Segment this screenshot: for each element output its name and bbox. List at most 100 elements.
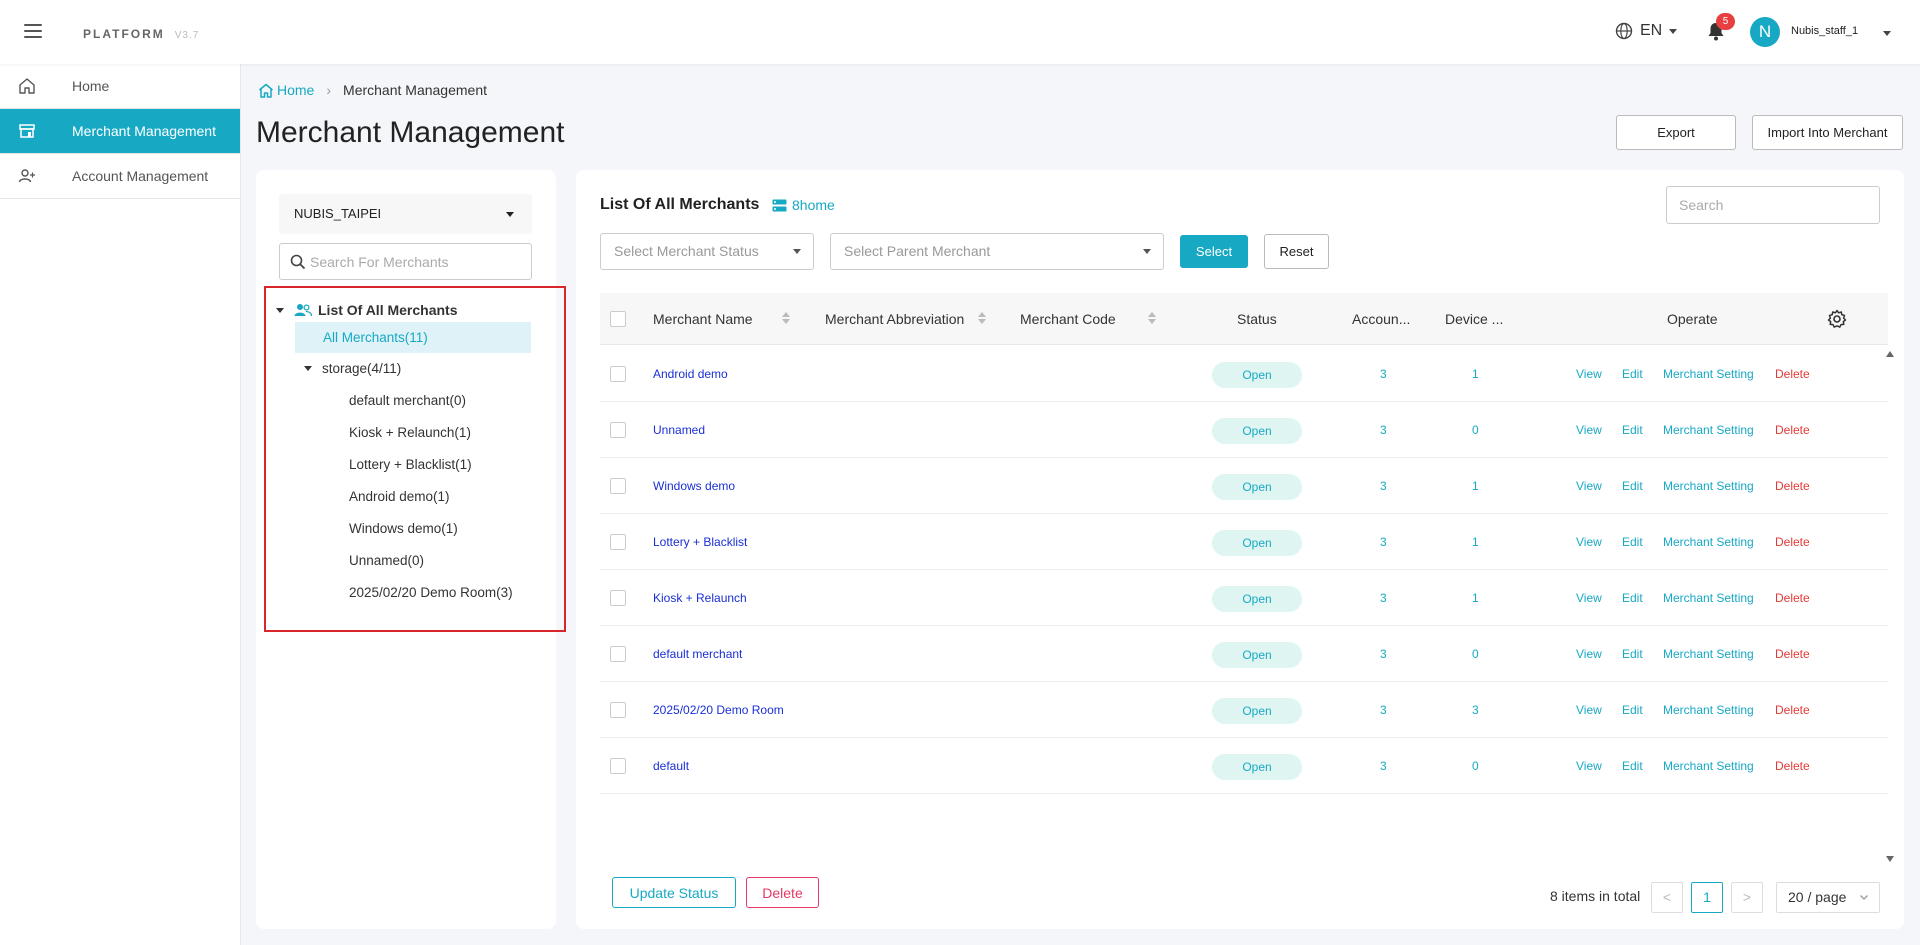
- edit-link[interactable]: Edit: [1622, 402, 1643, 458]
- accounts-count[interactable]: 3: [1380, 346, 1387, 402]
- next-page-button[interactable]: >: [1731, 882, 1763, 913]
- merchant-setting-link[interactable]: Merchant Setting: [1663, 402, 1754, 458]
- scroll-down-arrow-icon[interactable]: [1886, 856, 1894, 862]
- page-1-button[interactable]: 1: [1691, 882, 1723, 913]
- merchant-name-link[interactable]: Android demo: [653, 346, 728, 402]
- devices-count[interactable]: 1: [1472, 514, 1479, 570]
- accounts-count[interactable]: 3: [1380, 738, 1387, 794]
- view-link[interactable]: View: [1576, 682, 1602, 738]
- edit-link[interactable]: Edit: [1622, 738, 1643, 794]
- devices-count[interactable]: 1: [1472, 346, 1479, 402]
- sort-icon[interactable]: [978, 312, 986, 326]
- tree-node-merchant[interactable]: Kiosk + Relaunch(1): [349, 425, 471, 440]
- row-checkbox[interactable]: [610, 590, 626, 606]
- reset-button[interactable]: Reset: [1264, 234, 1329, 269]
- merchant-name-link[interactable]: default: [653, 738, 689, 794]
- accounts-count[interactable]: 3: [1380, 626, 1387, 682]
- page-size-select[interactable]: 20 / page: [1776, 882, 1880, 913]
- accounts-count[interactable]: 3: [1380, 402, 1387, 458]
- delete-link[interactable]: Delete: [1775, 514, 1810, 570]
- row-checkbox[interactable]: [610, 534, 626, 550]
- column-merchant-abbreviation[interactable]: Merchant Abbreviation: [825, 293, 964, 345]
- merchant-setting-link[interactable]: Merchant Setting: [1663, 346, 1754, 402]
- edit-link[interactable]: Edit: [1622, 346, 1643, 402]
- accounts-count[interactable]: 3: [1380, 570, 1387, 626]
- devices-count[interactable]: 1: [1472, 570, 1479, 626]
- merchant-search-input[interactable]: [310, 253, 510, 270]
- sort-icon[interactable]: [782, 312, 790, 326]
- delete-link[interactable]: Delete: [1775, 626, 1810, 682]
- sidebar-item-merchant-management[interactable]: Merchant Management: [0, 109, 240, 154]
- accounts-count[interactable]: 3: [1380, 458, 1387, 514]
- merchant-name-link[interactable]: Windows demo: [653, 458, 735, 514]
- edit-link[interactable]: Edit: [1622, 626, 1643, 682]
- parent-merchant-select[interactable]: Select Parent Merchant: [830, 233, 1164, 270]
- tree-node-all-merchants[interactable]: All Merchants(11): [295, 322, 531, 353]
- row-checkbox[interactable]: [610, 702, 626, 718]
- breadcrumb-home-link[interactable]: Home: [258, 82, 314, 98]
- merchant-setting-link[interactable]: Merchant Setting: [1663, 570, 1754, 626]
- user-menu-chevron-icon[interactable]: [1883, 31, 1891, 36]
- home-tag[interactable]: 8home: [772, 197, 835, 213]
- accounts-count[interactable]: 3: [1380, 682, 1387, 738]
- row-checkbox[interactable]: [610, 758, 626, 774]
- select-all-checkbox[interactable]: [610, 311, 626, 327]
- tree-node-merchant[interactable]: Android demo(1): [349, 489, 450, 504]
- view-link[interactable]: View: [1576, 346, 1602, 402]
- merchant-status-select[interactable]: Select Merchant Status: [600, 233, 814, 270]
- tree-node-storage[interactable]: storage(4/11): [304, 361, 401, 376]
- avatar[interactable]: N: [1750, 17, 1780, 47]
- username[interactable]: Nubis_staff_1: [1791, 25, 1858, 37]
- merchant-name-link[interactable]: default merchant: [653, 626, 742, 682]
- view-link[interactable]: View: [1576, 626, 1602, 682]
- expand-caret-icon[interactable]: [276, 307, 284, 313]
- delete-link[interactable]: Delete: [1775, 682, 1810, 738]
- accounts-count[interactable]: 3: [1380, 514, 1387, 570]
- row-checkbox[interactable]: [610, 478, 626, 494]
- devices-count[interactable]: 3: [1472, 682, 1479, 738]
- edit-link[interactable]: Edit: [1622, 458, 1643, 514]
- merchant-setting-link[interactable]: Merchant Setting: [1663, 682, 1754, 738]
- merchant-setting-link[interactable]: Merchant Setting: [1663, 458, 1754, 514]
- edit-link[interactable]: Edit: [1622, 570, 1643, 626]
- merchant-name-link[interactable]: Kiosk + Relaunch: [653, 570, 747, 626]
- delete-link[interactable]: Delete: [1775, 458, 1810, 514]
- import-into-merchant-button[interactable]: Import Into Merchant: [1752, 115, 1903, 150]
- edit-link[interactable]: Edit: [1622, 682, 1643, 738]
- update-status-button[interactable]: Update Status: [612, 877, 736, 908]
- gear-icon[interactable]: [1827, 309, 1847, 329]
- merchant-name-link[interactable]: Unnamed: [653, 402, 705, 458]
- sort-icon[interactable]: [1148, 312, 1156, 326]
- merchant-setting-link[interactable]: Merchant Setting: [1663, 738, 1754, 794]
- merchant-name-link[interactable]: Lottery + Blacklist: [653, 514, 747, 570]
- tree-node-merchant[interactable]: Windows demo(1): [349, 521, 458, 536]
- merchant-name-link[interactable]: 2025/02/20 Demo Room: [653, 682, 784, 738]
- merchant-search-field[interactable]: [279, 243, 532, 280]
- organization-select[interactable]: NUBIS_TAIPEI: [279, 194, 532, 234]
- delete-link[interactable]: Delete: [1775, 346, 1810, 402]
- export-button[interactable]: Export: [1616, 115, 1736, 150]
- tree-node-merchant[interactable]: Lottery + Blacklist(1): [349, 457, 472, 472]
- tree-node-merchant[interactable]: 2025/02/20 Demo Room(3): [349, 585, 513, 600]
- delete-link[interactable]: Delete: [1775, 402, 1810, 458]
- select-button[interactable]: Select: [1180, 235, 1248, 268]
- delete-link[interactable]: Delete: [1775, 738, 1810, 794]
- prev-page-button[interactable]: <: [1651, 882, 1683, 913]
- tree-root-node[interactable]: List Of All Merchants: [276, 302, 458, 318]
- devices-count[interactable]: 0: [1472, 626, 1479, 682]
- merchant-setting-link[interactable]: Merchant Setting: [1663, 514, 1754, 570]
- view-link[interactable]: View: [1576, 570, 1602, 626]
- devices-count[interactable]: 0: [1472, 402, 1479, 458]
- edit-link[interactable]: Edit: [1622, 514, 1643, 570]
- scroll-up-arrow-icon[interactable]: [1886, 351, 1894, 357]
- merchant-setting-link[interactable]: Merchant Setting: [1663, 626, 1754, 682]
- sidebar-item-account-management[interactable]: Account Management: [0, 154, 240, 199]
- delete-link[interactable]: Delete: [1775, 570, 1810, 626]
- view-link[interactable]: View: [1576, 402, 1602, 458]
- bulk-delete-button[interactable]: Delete: [746, 877, 819, 908]
- view-link[interactable]: View: [1576, 738, 1602, 794]
- column-merchant-name[interactable]: Merchant Name: [653, 293, 753, 345]
- sidebar-item-home[interactable]: Home: [0, 64, 240, 109]
- view-link[interactable]: View: [1576, 458, 1602, 514]
- menu-icon[interactable]: [24, 24, 42, 38]
